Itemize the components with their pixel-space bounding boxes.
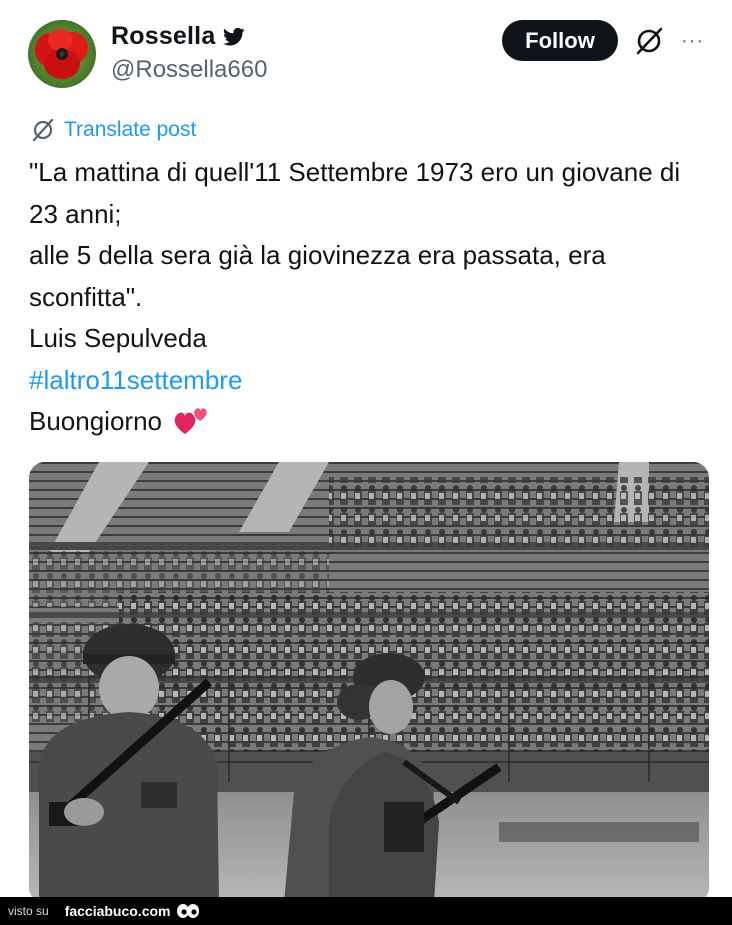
author-handle[interactable]: @Rossella660 bbox=[111, 56, 267, 84]
author-name-row: Rossella bbox=[111, 22, 246, 51]
more-horizontal-icon[interactable]: ··· bbox=[681, 30, 704, 53]
watermark-bar: visto su facciabuco.com bbox=[0, 897, 732, 925]
tweet-text: "La mattina di quell'11 Settembre 1973 e… bbox=[29, 152, 709, 443]
translate-post-label: Translate post bbox=[64, 118, 197, 141]
watermark-site[interactable]: facciabuco.com bbox=[65, 903, 171, 919]
grok-slash-icon[interactable] bbox=[634, 26, 664, 56]
watermark-prefix: visto su bbox=[8, 904, 49, 918]
tweet-line: Luis Sepulveda bbox=[29, 323, 207, 353]
tweet-closing: Buongiorno bbox=[29, 406, 162, 436]
hashtag-link[interactable]: #laltro11settembre bbox=[29, 365, 242, 395]
author-display-name[interactable]: Rossella bbox=[111, 22, 215, 51]
twitter-bird-icon bbox=[223, 27, 246, 46]
eyes-logo-icon bbox=[176, 904, 199, 918]
translate-slash-icon bbox=[32, 118, 54, 142]
poppy-flower-avatar bbox=[35, 29, 88, 79]
tweet-line: alle 5 della sera già la giovinezza era … bbox=[29, 240, 606, 312]
two-hearts-icon bbox=[174, 408, 207, 434]
stadium-soldiers-photo bbox=[29, 462, 709, 903]
tweet-photo[interactable] bbox=[29, 462, 709, 903]
author-avatar[interactable] bbox=[28, 20, 96, 88]
follow-button[interactable]: Follow bbox=[502, 20, 618, 61]
translate-post-link[interactable]: Translate post bbox=[31, 118, 196, 142]
tweet-line: "La mattina di quell'11 Settembre 1973 e… bbox=[29, 157, 681, 229]
